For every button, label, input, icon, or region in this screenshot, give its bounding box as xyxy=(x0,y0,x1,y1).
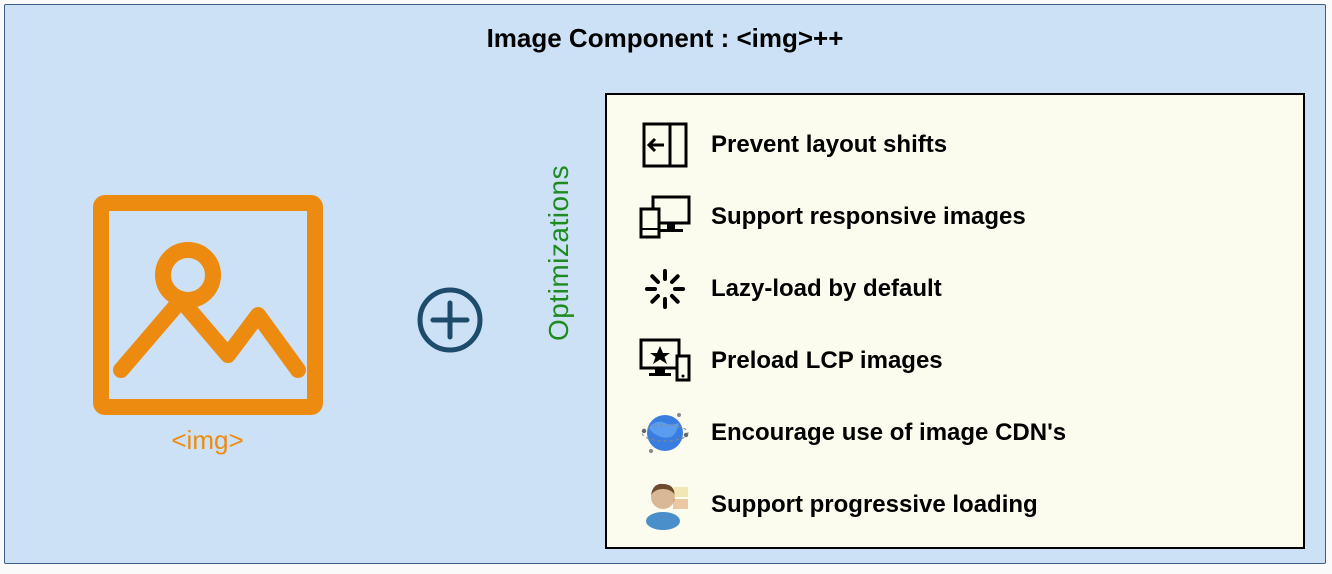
optimization-label: Support progressive loading xyxy=(705,491,1285,519)
responsive-icon xyxy=(625,195,705,239)
optimizations-box: Prevent layout shifts Support responsive… xyxy=(605,93,1305,549)
optimization-label: Preload LCP images xyxy=(705,347,1285,375)
person-icon xyxy=(625,479,705,531)
img-caption: <img> xyxy=(85,425,330,456)
diagram-canvas: Image Component : <img>++ <img> Optimiza… xyxy=(4,4,1326,564)
optimization-row: Preload LCP images xyxy=(625,325,1285,397)
preload-icon xyxy=(625,338,705,384)
optimizations-label: Optimizations xyxy=(543,165,575,341)
optimization-label: Prevent layout shifts xyxy=(705,131,1285,159)
optimization-label: Encourage use of image CDN's xyxy=(705,419,1285,447)
optimization-row: Support progressive loading xyxy=(625,469,1285,541)
spinner-icon xyxy=(625,267,705,311)
plus-icon xyxy=(415,285,485,355)
img-tag-group: <img> xyxy=(85,195,330,456)
globe-icon xyxy=(625,409,705,457)
diagram-title: Image Component : <img>++ xyxy=(5,23,1325,54)
layout-shift-icon xyxy=(625,122,705,168)
optimization-label: Lazy-load by default xyxy=(705,275,1285,303)
optimization-row: Support responsive images xyxy=(625,181,1285,253)
image-placeholder-icon xyxy=(93,195,323,415)
optimization-row: Lazy-load by default xyxy=(625,253,1285,325)
optimization-row: Prevent layout shifts xyxy=(625,109,1285,181)
optimization-row: Encourage use of image CDN's xyxy=(625,397,1285,469)
optimization-label: Support responsive images xyxy=(705,203,1285,231)
